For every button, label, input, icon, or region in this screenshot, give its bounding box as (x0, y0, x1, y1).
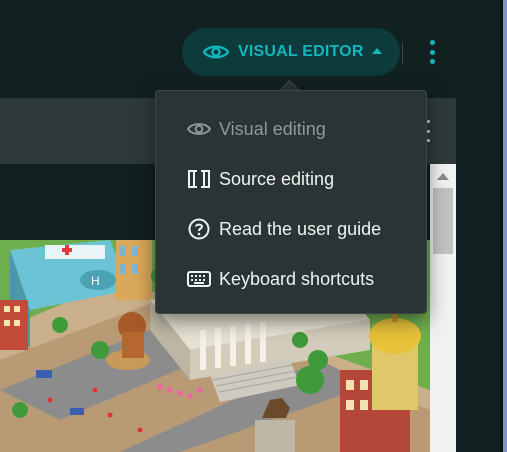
wiki-brackets-icon (187, 167, 211, 191)
more-vertical-icon-dot (429, 49, 435, 55)
visual-editor-label: VISUAL EDITOR (238, 43, 364, 60)
eye-icon (202, 42, 230, 62)
help-circle-icon (187, 217, 211, 241)
keyboard-icon (187, 267, 211, 291)
more-vertical-icon-dot (429, 59, 435, 64)
menu-item-user-guide[interactable]: Read the user guide (156, 204, 426, 254)
window-edge-accent (503, 0, 507, 452)
visual-editor-toggle-button[interactable]: VISUAL EDITOR (182, 28, 400, 76)
scroll-up-icon[interactable] (437, 173, 449, 180)
more-vertical-icon (429, 40, 435, 45)
svg-text:H: H (91, 274, 100, 288)
divider (402, 42, 403, 64)
more-options-button[interactable] (422, 38, 442, 66)
menu-item-visual-editing: Visual editing (156, 104, 426, 154)
menu-item-label: Visual editing (219, 118, 326, 139)
menu-item-source-editing[interactable]: Source editing (156, 154, 426, 204)
scrollbar-thumb[interactable] (433, 188, 453, 254)
editor-mode-dropdown: Visual editing Source editing Read the u… (155, 90, 427, 314)
menu-item-label: Source editing (219, 168, 335, 189)
menu-item-keyboard-shortcuts[interactable]: Keyboard shortcuts (156, 254, 426, 304)
menu-item-label: Read the user guide (219, 218, 382, 239)
menu-item-label: Keyboard shortcuts (219, 268, 375, 289)
app-window: VISUAL EDITOR H Visual editing Source ed… (0, 0, 507, 452)
eye-icon (187, 117, 211, 141)
caret-up-icon (371, 48, 382, 54)
